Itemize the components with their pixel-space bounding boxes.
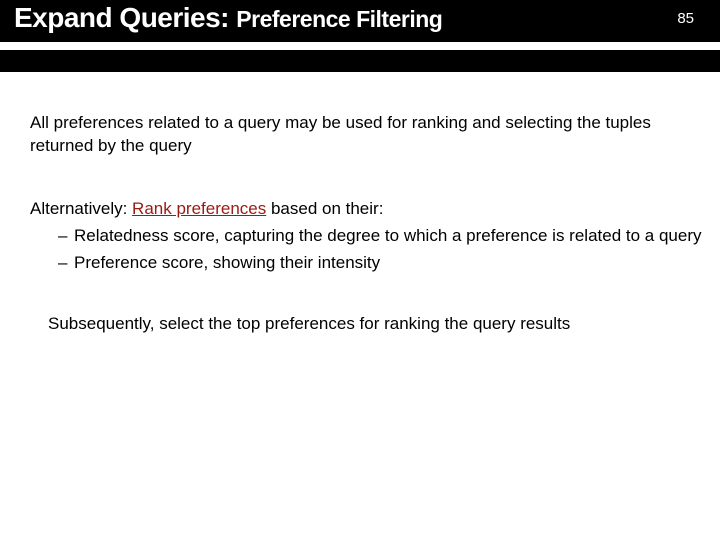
- title-divider: [0, 42, 720, 50]
- list-item: Relatedness score, capturing the degree …: [58, 225, 708, 248]
- title-bar: Expand Queries: Preference Filtering 85: [0, 0, 720, 72]
- slide-content: All preferences related to a query may b…: [30, 112, 708, 336]
- list-item: Preference score, showing their intensit…: [58, 252, 708, 275]
- paragraph-conclusion: Subsequently, select the top preferences…: [30, 313, 708, 336]
- list-item-text: Preference score, showing their intensit…: [74, 253, 380, 272]
- list-item-text: Relatedness score, capturing the degree …: [74, 226, 701, 245]
- slide-number: 85: [677, 10, 694, 27]
- title-sub: Preference Filtering: [236, 6, 442, 32]
- alt-suffix: based on their:: [266, 199, 383, 218]
- title-main: Expand Queries:: [14, 2, 236, 33]
- paragraph-intro: All preferences related to a query may b…: [30, 112, 708, 158]
- slide: Expand Queries: Preference Filtering 85 …: [0, 0, 720, 540]
- slide-title: Expand Queries: Preference Filtering: [14, 2, 442, 34]
- alt-prefix: Alternatively:: [30, 199, 132, 218]
- rank-preferences-term: Rank preferences: [132, 199, 266, 218]
- criteria-list: Relatedness score, capturing the degree …: [30, 225, 708, 275]
- paragraph-alt: Alternatively: Rank preferences based on…: [30, 198, 708, 275]
